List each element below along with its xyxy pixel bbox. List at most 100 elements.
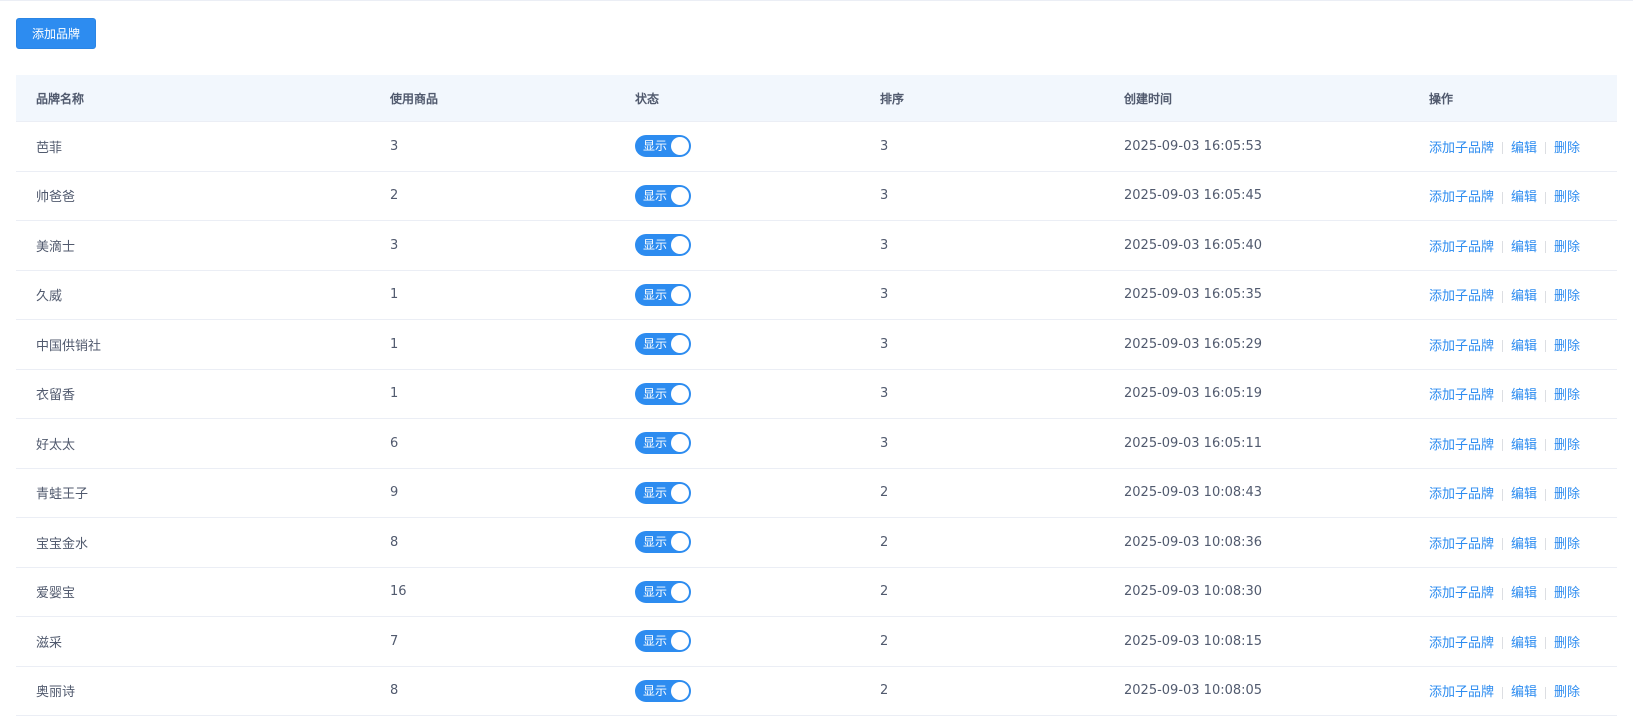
delete-link[interactable]: 删除 bbox=[1554, 636, 1580, 651]
add-sub-brand-link[interactable]: 添加子品牌 bbox=[1429, 438, 1494, 453]
status-cell: 显示 bbox=[615, 333, 860, 356]
created-time: 2025-09-03 10:08:43 bbox=[1124, 485, 1263, 501]
status-cell: 显示 bbox=[615, 630, 860, 653]
edit-link[interactable]: 编辑 bbox=[1511, 289, 1537, 304]
status-cell: 显示 bbox=[615, 481, 860, 504]
product-count: 8 bbox=[390, 683, 399, 699]
table-row: 美滴士 3 显示 3 2025-09-03 16:05:40 添加子品牌 编辑 删除 bbox=[16, 221, 1617, 271]
add-sub-brand-link[interactable]: 添加子品牌 bbox=[1429, 190, 1494, 205]
edit-link[interactable]: 编辑 bbox=[1511, 339, 1537, 354]
sort-value: 2 bbox=[880, 485, 889, 501]
row-actions: 添加子品牌 编辑 删除 bbox=[1409, 533, 1617, 552]
table-body: 芭菲 3 显示 3 2025-09-03 16:05:53 添加子品牌 编辑 删除 帅爸爸 2 显示… bbox=[16, 122, 1617, 716]
delete-link[interactable]: 删除 bbox=[1554, 438, 1580, 453]
delete-link[interactable]: 删除 bbox=[1554, 240, 1580, 255]
status-toggle[interactable]: 显示 bbox=[635, 184, 691, 207]
edit-link[interactable]: 编辑 bbox=[1511, 586, 1537, 601]
status-toggle[interactable]: 显示 bbox=[635, 481, 691, 504]
delete-link[interactable]: 删除 bbox=[1554, 586, 1580, 601]
row-actions: 添加子品牌 编辑 删除 bbox=[1409, 384, 1617, 403]
sort-value: 3 bbox=[880, 138, 889, 154]
created-time: 2025-09-03 16:05:11 bbox=[1124, 435, 1263, 451]
sort-value: 2 bbox=[880, 534, 889, 550]
status-toggle[interactable]: 显示 bbox=[635, 630, 691, 653]
delete-link[interactable]: 删除 bbox=[1554, 487, 1580, 502]
row-actions: 添加子品牌 编辑 删除 bbox=[1409, 483, 1617, 502]
toggle-knob-icon bbox=[671, 335, 689, 354]
edit-link[interactable]: 编辑 bbox=[1511, 438, 1537, 453]
delete-link[interactable]: 删除 bbox=[1554, 289, 1580, 304]
status-toggle[interactable]: 显示 bbox=[635, 234, 691, 257]
sort-value: 3 bbox=[880, 188, 889, 204]
table-row: 奥丽诗 8 显示 2 2025-09-03 10:08:05 添加子品牌 编辑 删除 bbox=[16, 667, 1617, 716]
add-sub-brand-link[interactable]: 添加子品牌 bbox=[1429, 636, 1494, 651]
status-toggle-label: 显示 bbox=[643, 485, 668, 500]
add-sub-brand-link[interactable]: 添加子品牌 bbox=[1429, 388, 1494, 403]
add-sub-brand-link[interactable]: 添加子品牌 bbox=[1429, 289, 1494, 304]
status-toggle[interactable]: 显示 bbox=[635, 283, 691, 306]
add-sub-brand-link[interactable]: 添加子品牌 bbox=[1429, 240, 1494, 255]
status-toggle[interactable]: 显示 bbox=[635, 580, 691, 603]
action-divider bbox=[1545, 538, 1547, 551]
add-brand-button[interactable]: 添加品牌 bbox=[16, 18, 97, 49]
created-time: 2025-09-03 10:08:05 bbox=[1124, 683, 1263, 699]
action-divider bbox=[1545, 241, 1547, 254]
delete-link[interactable]: 删除 bbox=[1554, 141, 1580, 156]
status-toggle-label: 显示 bbox=[643, 188, 668, 203]
product-count: 3 bbox=[390, 138, 399, 154]
delete-link[interactable]: 删除 bbox=[1554, 685, 1580, 700]
status-toggle[interactable]: 显示 bbox=[635, 333, 691, 356]
edit-link[interactable]: 编辑 bbox=[1511, 388, 1537, 403]
add-sub-brand-link[interactable]: 添加子品牌 bbox=[1429, 487, 1494, 502]
status-toggle[interactable]: 显示 bbox=[635, 531, 691, 554]
delete-link[interactable]: 删除 bbox=[1554, 339, 1580, 354]
status-toggle[interactable]: 显示 bbox=[635, 679, 691, 702]
status-cell: 显示 bbox=[615, 679, 860, 702]
edit-link[interactable]: 编辑 bbox=[1511, 141, 1537, 156]
action-divider bbox=[1545, 389, 1547, 402]
status-toggle[interactable]: 显示 bbox=[635, 135, 691, 158]
delete-link[interactable]: 删除 bbox=[1554, 388, 1580, 403]
edit-link[interactable]: 编辑 bbox=[1511, 636, 1537, 651]
edit-link[interactable]: 编辑 bbox=[1511, 190, 1537, 205]
status-toggle-label: 显示 bbox=[643, 584, 668, 599]
add-sub-brand-link[interactable]: 添加子品牌 bbox=[1429, 141, 1494, 156]
table-row: 爱婴宝 16 显示 2 2025-09-03 10:08:30 添加子品牌 编辑 删除 bbox=[16, 568, 1617, 617]
sort-value: 2 bbox=[880, 584, 889, 600]
status-toggle[interactable]: 显示 bbox=[635, 382, 691, 405]
table-header: 品牌名称 使用商品 状态 排序 创建时间 操作 bbox=[16, 75, 1617, 122]
status-toggle[interactable]: 显示 bbox=[635, 432, 691, 455]
delete-link[interactable]: 删除 bbox=[1554, 537, 1580, 552]
row-actions: 添加子品牌 编辑 删除 bbox=[1409, 681, 1617, 700]
brand-name: 衣留香 bbox=[36, 388, 76, 404]
table-row: 芭菲 3 显示 3 2025-09-03 16:05:53 添加子品牌 编辑 删除 bbox=[16, 122, 1617, 172]
add-sub-brand-link[interactable]: 添加子品牌 bbox=[1429, 339, 1494, 354]
table-row: 好太太 6 显示 3 2025-09-03 16:05:11 添加子品牌 编辑 删除 bbox=[16, 419, 1617, 469]
brand-table: 品牌名称 使用商品 状态 排序 创建时间 操作 芭菲 3 显示 3 2025-09-03… bbox=[16, 75, 1617, 716]
table-row: 衣留香 1 显示 3 2025-09-03 16:05:19 添加子品牌 编辑 删除 bbox=[16, 370, 1617, 419]
brand-name: 宝宝金水 bbox=[36, 536, 89, 552]
status-toggle-label: 显示 bbox=[643, 139, 668, 154]
edit-link[interactable]: 编辑 bbox=[1511, 685, 1537, 700]
product-count: 1 bbox=[390, 336, 399, 352]
toggle-knob-icon bbox=[671, 137, 689, 156]
action-divider bbox=[1502, 191, 1504, 204]
created-time: 2025-09-03 10:08:30 bbox=[1124, 584, 1263, 600]
action-divider bbox=[1545, 191, 1547, 204]
edit-link[interactable]: 编辑 bbox=[1511, 537, 1537, 552]
add-sub-brand-link[interactable]: 添加子品牌 bbox=[1429, 537, 1494, 552]
status-cell: 显示 bbox=[615, 184, 860, 207]
row-actions: 添加子品牌 编辑 删除 bbox=[1409, 434, 1617, 453]
delete-link[interactable]: 删除 bbox=[1554, 190, 1580, 205]
action-divider bbox=[1502, 488, 1504, 501]
add-sub-brand-link[interactable]: 添加子品牌 bbox=[1429, 685, 1494, 700]
edit-link[interactable]: 编辑 bbox=[1511, 240, 1537, 255]
action-divider bbox=[1545, 587, 1547, 600]
edit-link[interactable]: 编辑 bbox=[1511, 487, 1537, 502]
status-toggle-label: 显示 bbox=[643, 683, 668, 698]
action-divider bbox=[1502, 389, 1504, 402]
sort-value: 3 bbox=[880, 336, 889, 352]
toggle-knob-icon bbox=[671, 285, 689, 304]
add-sub-brand-link[interactable]: 添加子品牌 bbox=[1429, 586, 1494, 601]
table-row: 帅爸爸 2 显示 3 2025-09-03 16:05:45 添加子品牌 编辑 删除 bbox=[16, 172, 1617, 221]
